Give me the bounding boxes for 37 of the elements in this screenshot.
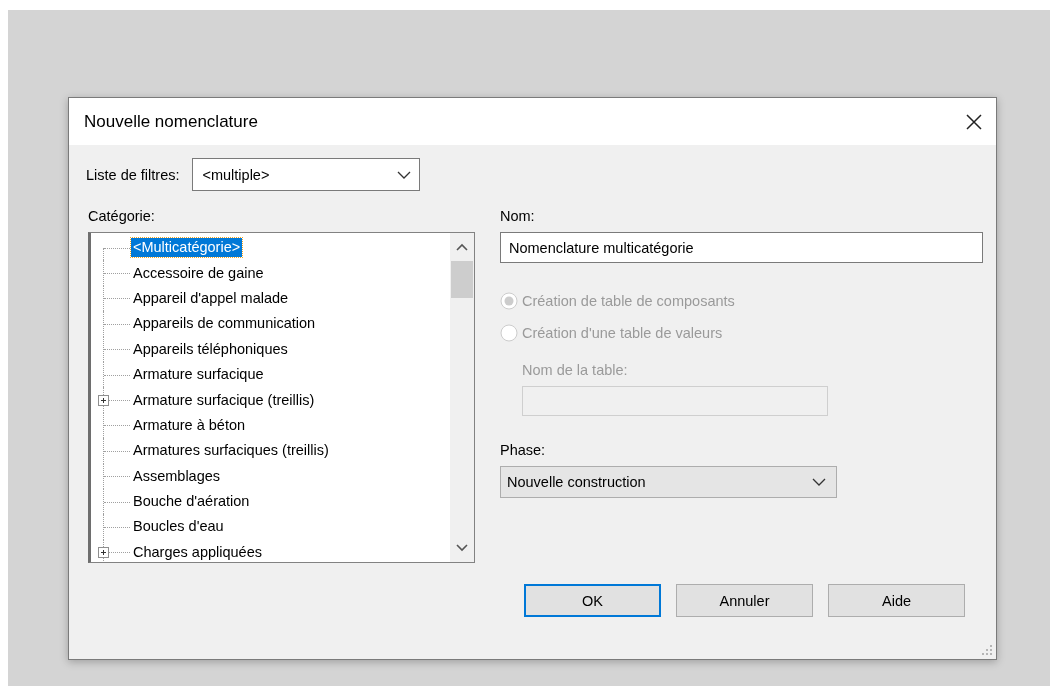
scrollbar-thumb[interactable] (451, 261, 473, 298)
resize-grip-icon[interactable] (981, 644, 993, 656)
phase-dropdown[interactable]: Nouvelle construction (500, 466, 837, 498)
scroll-down-icon[interactable] (456, 544, 468, 552)
phase-label: Phase: (500, 441, 546, 459)
radio-label: Création d'une table de valeurs (522, 325, 723, 341)
radio-label: Création de table de composants (522, 293, 735, 309)
tree-item[interactable]: Accessoire de gaine (131, 263, 266, 283)
tree-item[interactable]: Armatures surfaciques (treillis) (131, 441, 331, 461)
expand-icon[interactable] (98, 395, 109, 407)
table-name-label: Nom de la table: (522, 361, 628, 379)
chevron-down-icon (812, 478, 826, 486)
chevron-down-icon (396, 170, 411, 179)
tree-item[interactable]: Appareils téléphoniques (131, 339, 290, 359)
table-name-field[interactable] (522, 386, 828, 416)
filter-label: Liste de filtres: (86, 166, 180, 183)
scroll-up-icon[interactable] (456, 243, 468, 251)
window-title: Nouvelle nomenclature (84, 111, 258, 132)
tree-item[interactable]: Armature surfacique (131, 365, 266, 385)
tree-item[interactable]: Appareil d'appel malade (131, 288, 291, 308)
tree-item[interactable]: Charges appliquées (131, 542, 264, 562)
tree-item[interactable]: <Multicatégorie> (131, 238, 243, 258)
tree-item[interactable]: Bouche d'aération (131, 492, 252, 512)
name-label: Nom: (500, 207, 535, 225)
dialog-button[interactable]: OK (524, 584, 661, 617)
tree-item[interactable]: Appareils de communication (131, 314, 318, 334)
filter-dropdown[interactable]: <multiple> (191, 158, 420, 191)
close-icon[interactable] (964, 111, 984, 132)
tree-item[interactable]: Armature surfacique (treillis) (131, 390, 317, 410)
name-field[interactable]: Nomenclature multicatégorie (500, 232, 983, 263)
tree-item[interactable]: Armature à béton (131, 415, 248, 435)
expand-icon[interactable] (98, 547, 109, 559)
tree-item[interactable]: Assemblages (131, 466, 223, 486)
dialog-button[interactable]: Aide (828, 584, 965, 617)
tree-item[interactable]: Boucles d'eau (131, 517, 226, 537)
dialog-button[interactable]: Annuler (676, 584, 813, 617)
category-label: Catégorie: (88, 207, 155, 225)
